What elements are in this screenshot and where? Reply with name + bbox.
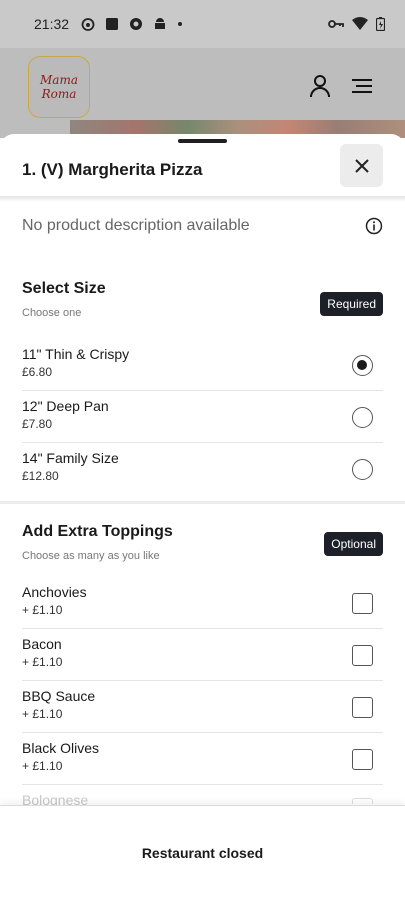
size-radio[interactable] xyxy=(352,459,373,480)
system-icons xyxy=(328,17,385,31)
product-title: 1. (V) Margherita Pizza xyxy=(22,160,203,179)
close-button[interactable] xyxy=(340,144,383,187)
topping-name: Black Olives xyxy=(22,740,100,756)
topping-checkbox[interactable] xyxy=(352,749,373,770)
topping-name: Anchovies xyxy=(22,584,87,600)
info-icon[interactable] xyxy=(365,217,383,235)
android-icon xyxy=(155,18,166,29)
notification-icons xyxy=(81,17,183,31)
size-option-name: 12" Deep Pan xyxy=(22,398,109,414)
topping-price: + £1.10 xyxy=(22,603,63,617)
size-radio-selected[interactable] xyxy=(352,355,373,376)
topping-price: + £1.10 xyxy=(22,759,63,773)
size-option-price: £6.80 xyxy=(22,365,53,379)
size-option-price: £7.80 xyxy=(22,417,53,431)
section-divider xyxy=(0,501,405,504)
topping-option[interactable]: Black Olives + £1.10 xyxy=(22,733,383,785)
size-option-name: 14" Family Size xyxy=(22,450,119,466)
topping-name: Bacon xyxy=(22,636,62,652)
logo-text-line2: Roma xyxy=(41,87,77,101)
wifi-icon xyxy=(352,17,368,30)
cat-face-icon xyxy=(81,18,95,31)
topping-option[interactable]: Anchovies + £1.10 xyxy=(22,577,383,629)
topping-option[interactable]: BBQ Sauce + £1.10 xyxy=(22,681,383,733)
restaurant-status: Restaurant closed xyxy=(141,845,264,861)
size-radio[interactable] xyxy=(352,407,373,428)
size-option[interactable]: 12" Deep Pan £7.80 xyxy=(22,391,383,443)
size-section-header: Select Size Choose one Required xyxy=(22,280,383,319)
status-bar: 21:32 xyxy=(0,0,405,48)
logo-text-line1: Mama xyxy=(40,73,78,87)
footer-bar: Restaurant closed xyxy=(0,805,405,900)
product-sheet: 1. (V) Margherita Pizza No product descr… xyxy=(0,134,405,900)
size-option-price: £12.80 xyxy=(22,469,59,483)
topping-checkbox[interactable] xyxy=(352,645,373,666)
size-option-name: 11" Thin & Crispy xyxy=(22,346,130,362)
description-row: No product description available xyxy=(22,214,383,238)
key-icon xyxy=(328,20,344,28)
toppings-section-header: Add Extra Toppings Choose as many as you… xyxy=(22,523,383,562)
dot-icon xyxy=(178,22,183,26)
status-time: 21:32 xyxy=(34,16,70,32)
product-description: No product description available xyxy=(22,217,250,234)
sync-icon xyxy=(130,18,143,30)
size-option[interactable]: 14" Family Size £12.80 xyxy=(22,443,383,495)
topping-option[interactable]: Bacon + £1.10 xyxy=(22,629,383,681)
optional-badge: Optional xyxy=(324,532,383,556)
battery-icon xyxy=(376,17,385,31)
sheet-header: 1. (V) Margherita Pizza xyxy=(0,144,405,196)
topping-checkbox[interactable] xyxy=(352,697,373,718)
menu-icon[interactable] xyxy=(351,78,373,94)
square-app-icon xyxy=(106,18,119,30)
restaurant-logo: Mama Roma xyxy=(28,56,90,118)
close-icon xyxy=(354,158,369,173)
sheet-grab-handle[interactable] xyxy=(178,139,227,143)
background-app-header: Mama Roma xyxy=(0,48,405,138)
required-badge: Required xyxy=(320,292,383,316)
topping-checkbox-partial[interactable] xyxy=(352,798,373,804)
topping-price: + £1.10 xyxy=(22,707,63,721)
size-option[interactable]: 11" Thin & Crispy £6.80 xyxy=(22,339,383,391)
header-divider xyxy=(0,196,405,202)
topping-name: BBQ Sauce xyxy=(22,688,96,704)
user-icon[interactable] xyxy=(309,74,331,98)
topping-price: + £1.10 xyxy=(22,655,63,669)
topping-checkbox[interactable] xyxy=(352,593,373,614)
